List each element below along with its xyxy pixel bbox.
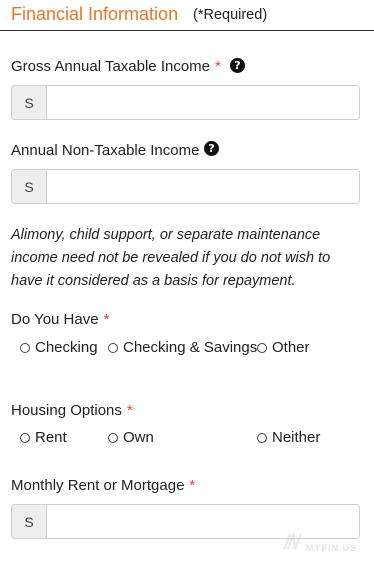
watermark-logo: //\/ MYFIN.US: [284, 530, 374, 558]
income-disclosure-note: Alimony, child support, or separate main…: [11, 227, 331, 289]
radio-own[interactable]: Own: [108, 429, 154, 446]
non-taxable-income-label: Annual Non-Taxable Income: [11, 142, 199, 159]
logo-mark-icon: //\/: [284, 532, 300, 554]
radio-label: Own: [123, 429, 154, 446]
radio-checking[interactable]: Checking: [20, 339, 98, 356]
radio-button[interactable]: [108, 342, 118, 353]
monthly-payment-label-text: Monthly Rent or Mortgage: [11, 477, 185, 494]
housing-label-text: Housing Options: [11, 402, 122, 419]
housing-label: Housing Options *: [11, 402, 133, 419]
radio-button[interactable]: [20, 342, 30, 353]
non-taxable-income-input[interactable]: [47, 170, 359, 203]
required-star: *: [215, 58, 221, 75]
gross-income-input[interactable]: [47, 86, 359, 119]
question-circle-icon[interactable]: ?: [230, 58, 245, 73]
monthly-payment-label: Monthly Rent or Mortgage *: [11, 477, 195, 494]
required-star: *: [103, 311, 110, 328]
section-title: Financial Information: [11, 4, 179, 24]
radio-label: Checking & Savings: [123, 339, 258, 356]
currency-addon: S: [12, 86, 47, 119]
radio-checking-savings[interactable]: Checking & Savings: [108, 339, 257, 356]
required-star: *: [126, 402, 133, 419]
radio-button[interactable]: [20, 432, 30, 443]
radio-button[interactable]: [257, 342, 267, 353]
radio-other[interactable]: Other: [257, 339, 310, 356]
question-circle-icon[interactable]: ?: [204, 141, 219, 156]
gross-income-label-text: Gross Annual Taxable Income: [11, 58, 211, 75]
radio-label: Checking: [35, 339, 98, 356]
gross-income-label: Gross Annual Taxable Income *: [11, 58, 221, 75]
logo-text: MYFIN.US: [306, 543, 358, 553]
radio-neither[interactable]: Neither: [257, 429, 320, 446]
required-star: *: [189, 477, 196, 494]
radio-button[interactable]: [108, 432, 118, 443]
required-note: (*Required): [193, 7, 268, 23]
currency-addon: S: [12, 170, 47, 203]
radio-rent[interactable]: Rent: [20, 429, 67, 446]
radio-label: Rent: [35, 429, 67, 446]
radio-label: Other: [272, 339, 310, 356]
radio-button[interactable]: [257, 432, 267, 443]
section-header: Financial Information (*Required): [0, 0, 374, 31]
non-taxable-income-input-group: S: [11, 169, 360, 204]
currency-addon: S: [12, 505, 47, 538]
non-taxable-income-label-text: Annual Non-Taxable Income: [11, 142, 200, 159]
accounts-label: Do You Have *: [11, 311, 109, 328]
radio-label: Neither: [272, 429, 321, 446]
accounts-label-text: Do You Have: [11, 311, 99, 328]
gross-income-input-group: S: [11, 85, 360, 120]
